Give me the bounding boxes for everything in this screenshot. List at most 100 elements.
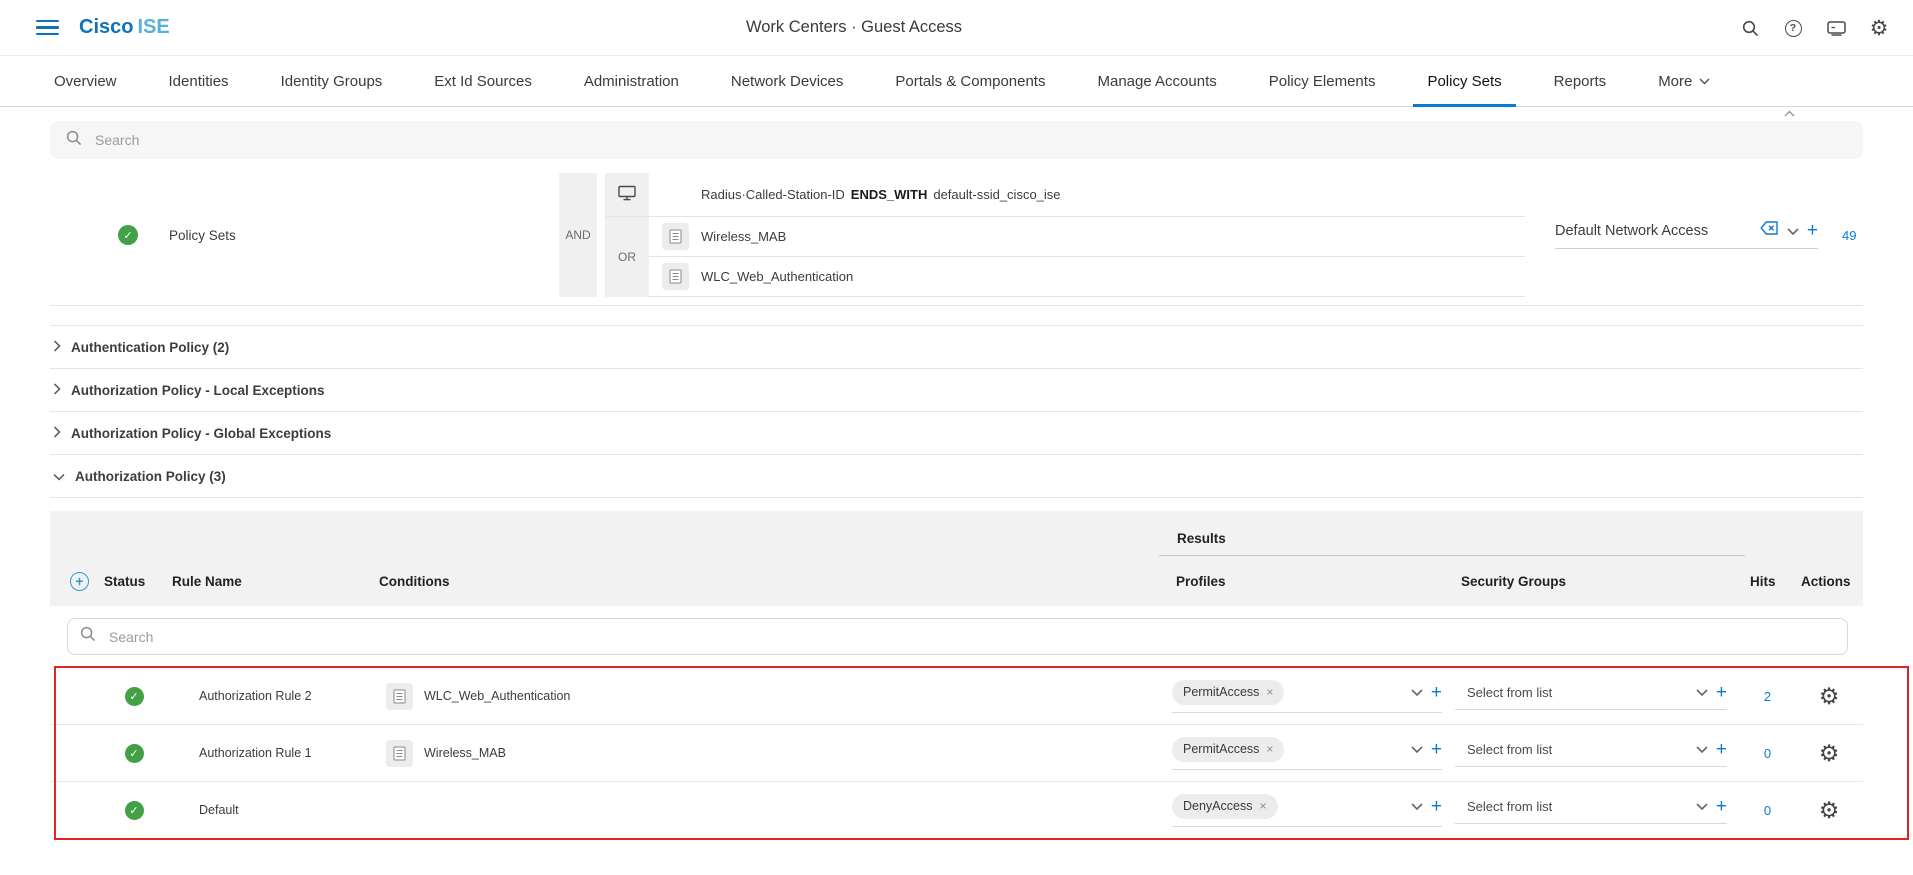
remove-profile-icon[interactable]: × bbox=[1259, 799, 1266, 813]
chevron-down-icon[interactable] bbox=[1411, 799, 1423, 813]
chevron-up-icon[interactable] bbox=[1784, 104, 1795, 122]
settings-gear-icon[interactable]: ⚙ bbox=[1869, 18, 1889, 38]
tab-identity-groups[interactable]: Identity Groups bbox=[255, 56, 409, 106]
tab-ext-id-sources[interactable]: Ext Id Sources bbox=[408, 56, 558, 106]
rule-name[interactable]: Default bbox=[168, 803, 375, 817]
row-actions-gear-icon[interactable]: ⚙ bbox=[1819, 742, 1840, 765]
profile-chip[interactable]: PermitAccess × bbox=[1172, 680, 1284, 705]
add-security-group-icon[interactable]: + bbox=[1716, 797, 1727, 816]
rule-hits[interactable]: 0 bbox=[1764, 746, 1771, 761]
status-enabled-icon[interactable]: ✓ bbox=[125, 801, 144, 820]
add-protocol-icon[interactable]: + bbox=[1807, 221, 1818, 240]
rule-condition[interactable]: Wireless_MAB bbox=[424, 746, 506, 760]
policy-set-search-input[interactable] bbox=[93, 131, 1847, 149]
profile-select[interactable]: PermitAccess × + bbox=[1172, 737, 1442, 770]
authorization-policy-table: Results + Status Rule Name Conditions Pr… bbox=[50, 511, 1863, 839]
row-actions-gear-icon[interactable]: ⚙ bbox=[1819, 685, 1840, 708]
security-group-select[interactable]: Select from list + bbox=[1455, 740, 1727, 767]
policy-set-name[interactable]: Policy Sets bbox=[169, 228, 236, 243]
table-row: ✓ Authorization Rule 2 WLC_Web_Authentic… bbox=[50, 668, 1863, 725]
add-security-group-icon[interactable]: + bbox=[1716, 740, 1727, 759]
security-group-select[interactable]: Select from list + bbox=[1455, 683, 1727, 710]
add-security-group-icon[interactable]: + bbox=[1716, 683, 1727, 702]
profile-chip[interactable]: DenyAccess × bbox=[1172, 794, 1278, 819]
rule-name[interactable]: Authorization Rule 1 bbox=[168, 746, 375, 760]
remove-profile-icon[interactable]: × bbox=[1266, 685, 1273, 699]
section-authorization-policy[interactable]: Authorization Policy (3) bbox=[50, 455, 1863, 498]
condition-expression[interactable]: Radius·Called-Station-ID ENDS_WITH defau… bbox=[649, 187, 1061, 202]
col-profiles: Profiles bbox=[1170, 574, 1455, 589]
add-profile-icon[interactable]: + bbox=[1431, 797, 1442, 816]
header-icons: ? ⚙ bbox=[1740, 0, 1889, 56]
condition-row: Radius·Called-Station-ID ENDS_WITH defau… bbox=[605, 173, 1525, 217]
hamburger-menu-icon[interactable] bbox=[36, 20, 59, 36]
condition-name[interactable]: Wireless_MAB bbox=[701, 229, 786, 244]
attribute-icon-cell bbox=[605, 173, 649, 216]
policy-set-left: ✓ Policy Sets bbox=[50, 173, 559, 297]
tab-overview[interactable]: Overview bbox=[28, 56, 143, 106]
security-group-select[interactable]: Select from list + bbox=[1455, 797, 1727, 824]
search-icon[interactable] bbox=[1740, 18, 1760, 38]
col-conditions: Conditions bbox=[375, 574, 1170, 589]
add-rule-button[interactable]: + bbox=[70, 572, 89, 591]
chevron-down-icon[interactable] bbox=[1696, 685, 1708, 699]
chevron-right-icon bbox=[53, 383, 61, 398]
chevron-down-icon[interactable] bbox=[1411, 685, 1423, 699]
condition-library-icon bbox=[662, 223, 689, 250]
allowed-protocols-select[interactable]: Default Network Access + bbox=[1555, 221, 1818, 249]
help-icon[interactable]: ? bbox=[1783, 18, 1803, 38]
status-enabled-icon[interactable]: ✓ bbox=[125, 687, 144, 706]
condition-attribute: Radius·Called-Station-ID bbox=[701, 187, 845, 202]
condition-name[interactable]: WLC_Web_Authentication bbox=[701, 269, 853, 284]
section-authz-local-exceptions[interactable]: Authorization Policy - Local Exceptions bbox=[50, 369, 1863, 412]
section-label: Authentication Policy (2) bbox=[71, 340, 229, 355]
column-headers: + Status Rule Name Conditions Profiles S… bbox=[50, 556, 1863, 606]
rule-rows: ✓ Authorization Rule 2 WLC_Web_Authentic… bbox=[50, 668, 1863, 839]
policy-set-row: ✓ Policy Sets AND Radius·Called-Station-… bbox=[50, 173, 1863, 306]
tab-policy-sets[interactable]: Policy Sets bbox=[1401, 56, 1527, 106]
clear-selection-icon[interactable] bbox=[1760, 221, 1779, 240]
policy-set-search bbox=[50, 121, 1863, 159]
rule-hits[interactable]: 2 bbox=[1764, 689, 1771, 704]
status-enabled-icon[interactable]: ✓ bbox=[118, 225, 138, 245]
remove-profile-icon[interactable]: × bbox=[1266, 742, 1273, 756]
tab-manage-accounts[interactable]: Manage Accounts bbox=[1071, 56, 1242, 106]
condition-library-icon bbox=[386, 683, 413, 710]
add-profile-icon[interactable]: + bbox=[1431, 683, 1442, 702]
chevron-down-icon[interactable] bbox=[1696, 742, 1708, 756]
tab-policy-elements[interactable]: Policy Elements bbox=[1243, 56, 1402, 106]
status-enabled-icon[interactable]: ✓ bbox=[125, 744, 144, 763]
profile-select[interactable]: DenyAccess × + bbox=[1172, 794, 1442, 827]
chevron-down-icon[interactable] bbox=[1787, 222, 1799, 240]
chevron-down-icon[interactable] bbox=[1696, 799, 1708, 813]
results-group-header: Results bbox=[1177, 531, 1226, 546]
and-connector: AND bbox=[559, 173, 597, 297]
chevron-down-icon[interactable] bbox=[1411, 742, 1423, 756]
condition-row: Wireless_MAB bbox=[649, 217, 1525, 257]
tab-identities[interactable]: Identities bbox=[143, 56, 255, 106]
monitor-icon bbox=[618, 185, 636, 204]
section-authentication-policy[interactable]: Authentication Policy (2) bbox=[50, 326, 1863, 369]
row-actions-gear-icon[interactable]: ⚙ bbox=[1819, 799, 1840, 822]
rule-search-input[interactable] bbox=[107, 628, 1835, 646]
rule-condition[interactable]: WLC_Web_Authentication bbox=[424, 689, 570, 703]
profile-chip[interactable]: PermitAccess × bbox=[1172, 737, 1284, 762]
results-group-underline bbox=[1159, 555, 1745, 556]
search-icon bbox=[80, 626, 96, 647]
console-icon[interactable] bbox=[1826, 18, 1846, 38]
rule-name[interactable]: Authorization Rule 2 bbox=[168, 689, 375, 703]
tab-reports[interactable]: Reports bbox=[1528, 56, 1633, 106]
section-authz-global-exceptions[interactable]: Authorization Policy - Global Exceptions bbox=[50, 412, 1863, 455]
col-hits: Hits bbox=[1740, 574, 1795, 589]
or-condition-group: OR Wireless_MAB WLC_Web_Authentication bbox=[605, 217, 1525, 297]
brand-logo: CiscoISE bbox=[79, 16, 170, 39]
profile-select[interactable]: PermitAccess × + bbox=[1172, 680, 1442, 713]
tab-portals-components[interactable]: Portals & Components bbox=[869, 56, 1071, 106]
rule-hits[interactable]: 0 bbox=[1764, 803, 1771, 818]
tab-network-devices[interactable]: Network Devices bbox=[705, 56, 870, 106]
tab-administration[interactable]: Administration bbox=[558, 56, 705, 106]
add-profile-icon[interactable]: + bbox=[1431, 740, 1442, 759]
table-row: ✓ Default DenyAccess × + bbox=[50, 782, 1863, 839]
policy-set-hits[interactable]: 49 bbox=[1842, 228, 1856, 243]
tab-more[interactable]: More bbox=[1632, 56, 1736, 106]
